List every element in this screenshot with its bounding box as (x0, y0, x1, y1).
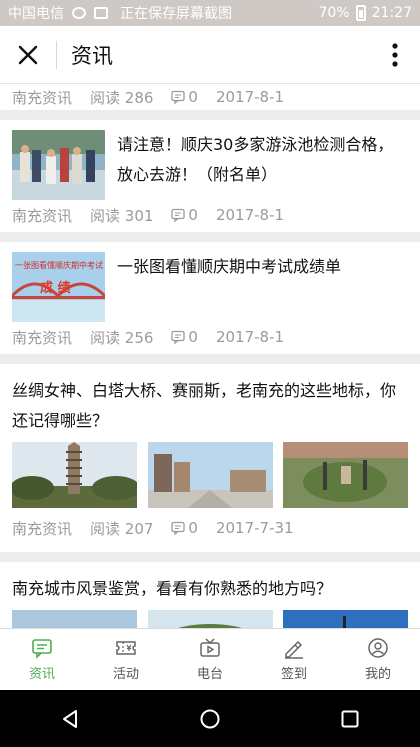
article-title[interactable]: 南充城市风景鉴赏，看看有你熟悉的地方吗？ (0, 562, 420, 610)
tab-radio[interactable]: 电台 (168, 629, 252, 690)
battery-percent: 70% (318, 5, 350, 21)
page-title: 资讯 (71, 43, 113, 68)
article-comments: 0 (171, 328, 198, 346)
news-card[interactable]: 南充资讯 阅读 286 0 2017-8-1 (0, 84, 420, 110)
article-image (283, 442, 408, 508)
home-button[interactable] (180, 690, 240, 747)
article-thumbnail: 一张图看懂顺庆期中考试 成 绩 (12, 252, 105, 322)
close-icon (18, 45, 38, 64)
status-notice: 正在保存屏幕截图 (120, 6, 232, 22)
article-source: 南充资讯 (12, 328, 73, 347)
article-date: 2017-8-1 (215, 328, 285, 346)
tab-news[interactable]: 资讯 (0, 629, 84, 690)
back-triangle-icon (63, 709, 77, 728)
comment-icon (171, 208, 186, 222)
more-vertical-icon (392, 42, 398, 67)
recents-button[interactable] (320, 690, 380, 747)
news-card[interactable]: 南充城市风景鉴赏，看看有你熟悉的地方吗？ (0, 562, 420, 628)
article-thumbnail (12, 130, 105, 200)
article-meta: 南充资讯 阅读 301 0 2017-8-1 (0, 200, 420, 230)
article-comments: 0 (171, 88, 198, 106)
article-images (0, 442, 420, 508)
clock: 21:27 (371, 5, 412, 21)
tab-label: 活动 (112, 667, 139, 682)
news-card[interactable]: 丝绸女神、白塔大桥、赛丽斯，老南充的这些地标，你还记得哪些？ 南充资讯 阅读 2… (0, 364, 420, 552)
comment-icon (171, 90, 186, 104)
bottom-tab-bar: 资讯 活动 电台 签到 我的 (0, 628, 420, 690)
radio-icon (200, 638, 220, 657)
tab-label: 签到 (280, 667, 307, 682)
article-reads: 阅读 256 (90, 328, 154, 347)
news-feed[interactable]: 南充资讯 阅读 286 0 2017-8-1 请注意！顺庆30多家游泳池检测合格… (0, 84, 420, 628)
article-title[interactable]: 一张图看懂顺庆期中考试成绩单 (117, 252, 341, 322)
notification-icon (72, 7, 86, 19)
article-reads: 阅读 207 (90, 519, 154, 538)
article-date: 2017-8-1 (215, 88, 285, 106)
ticket-icon (116, 641, 136, 655)
signin-icon (285, 640, 303, 659)
app-header: 资讯 (0, 26, 420, 84)
svg-text:一张图看懂顺庆期中考试: 一张图看懂顺庆期中考试 (15, 260, 103, 270)
article-date: 2017-7-31 (215, 519, 294, 537)
article-meta: 南充资讯 阅读 207 0 2017-7-31 (0, 508, 420, 548)
back-button[interactable] (40, 690, 100, 747)
status-bar: 中国电信 正在保存屏幕截图 70% 21:27 (0, 0, 420, 26)
article-source: 南充资讯 (12, 88, 73, 107)
more-button[interactable] (370, 26, 420, 84)
comment-icon (171, 330, 186, 344)
tab-activities[interactable]: 活动 (84, 629, 168, 690)
tab-label: 我的 (364, 667, 391, 682)
tab-label: 电台 (196, 667, 223, 682)
article-source: 南充资讯 (12, 519, 73, 538)
image-icon (94, 7, 108, 19)
news-card[interactable]: 一张图看懂顺庆期中考试 成 绩 一张图看懂顺庆期中考试成绩单 南充资讯 阅读 2… (0, 242, 420, 354)
article-reads: 阅读 286 (90, 88, 154, 107)
system-nav-bar (0, 690, 420, 747)
article-source: 南充资讯 (12, 206, 73, 225)
article-meta: 南充资讯 阅读 256 0 2017-8-1 (0, 322, 420, 352)
article-images (0, 610, 420, 628)
tab-profile[interactable]: 我的 (336, 629, 420, 690)
article-comments: 0 (171, 206, 198, 224)
header-divider (56, 40, 57, 69)
svg-text:成 绩: 成 绩 (40, 280, 71, 296)
article-image (147, 610, 273, 628)
article-image (12, 442, 137, 508)
home-circle-icon (200, 709, 220, 728)
article-image (12, 610, 137, 628)
article-reads: 阅读 301 (90, 206, 154, 225)
tab-label: 资讯 (28, 667, 55, 682)
recents-square-icon (341, 710, 359, 727)
close-button[interactable] (0, 26, 56, 84)
article-date: 2017-8-1 (215, 206, 285, 224)
battery-icon (355, 5, 366, 21)
comment-icon (171, 521, 186, 535)
article-comments: 0 (171, 519, 198, 537)
profile-icon (368, 638, 388, 658)
news-card[interactable]: 请注意！顺庆30多家游泳池检测合格，放心去游！（附名单） 南充资讯 阅读 301… (0, 120, 420, 232)
article-title[interactable]: 丝绸女神、白塔大桥、赛丽斯，老南充的这些地标，你还记得哪些？ (0, 364, 420, 442)
article-image (283, 610, 408, 628)
news-icon (32, 639, 52, 659)
carrier-text: 中国电信 (8, 6, 64, 22)
article-title[interactable]: 请注意！顺庆30多家游泳池检测合格，放心去游！（附名单） (117, 130, 408, 200)
app-screen: 中国电信 正在保存屏幕截图 70% 21:27 资讯 南充资讯 阅读 286 0… (0, 0, 420, 747)
article-image (147, 442, 273, 508)
tab-signin[interactable]: 签到 (252, 629, 336, 690)
article-meta: 南充资讯 阅读 286 0 2017-8-1 (0, 84, 420, 110)
